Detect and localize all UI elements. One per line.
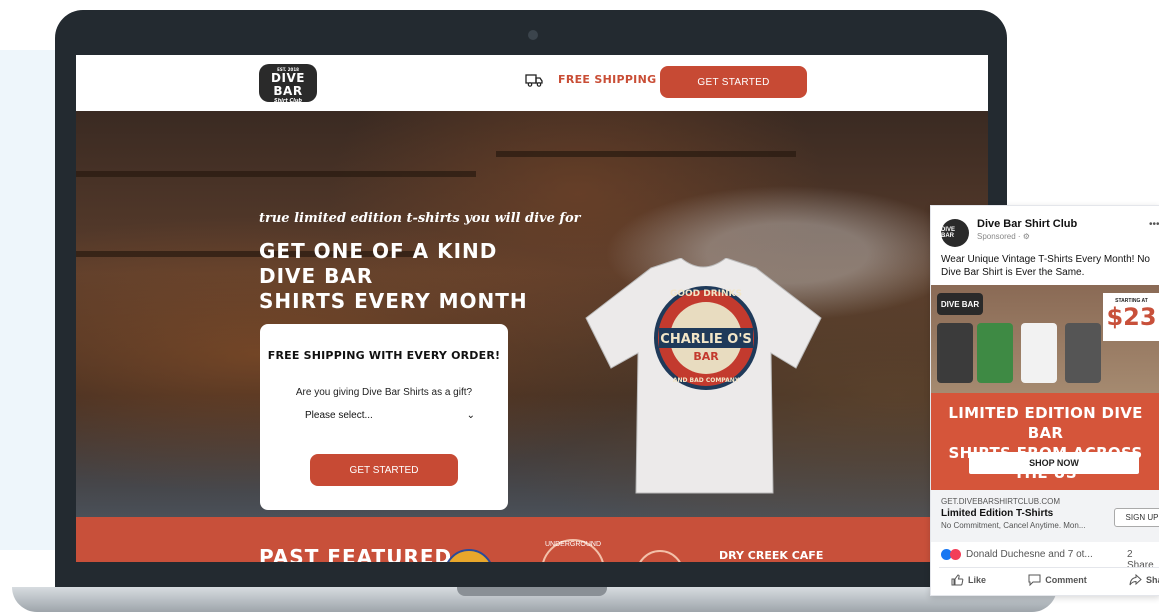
avatar[interactable]: DIVE BAR (941, 219, 969, 247)
share-label: Share (1145, 575, 1159, 585)
webcam (528, 30, 538, 40)
share-button[interactable]: Share (1129, 574, 1159, 586)
featured-bar-dry-creek[interactable]: DRY CREEK CAFE (719, 549, 823, 562)
laptop-screen: EST. 2018 DIVE BAR Shirt Club FREE SHIPP… (76, 55, 988, 562)
fb-sponsored-label: Sponsored · ⚙ (977, 232, 1030, 241)
comment-button[interactable]: Comment (1028, 574, 1087, 586)
fb-ad-headline-line1: LIMITED EDITION DIVE BAR (948, 404, 1143, 442)
site-logo[interactable]: EST. 2018 DIVE BAR Shirt Club (259, 64, 317, 104)
shirt-text-top: GOOD DRINKS (670, 289, 742, 299)
fb-action-bar: Like Comment Share (951, 574, 1159, 586)
site-header: EST. 2018 DIVE BAR Shirt Club FREE SHIPP… (76, 55, 988, 111)
share-icon (1129, 574, 1142, 586)
hero-headline-line2: SHIRTS EVERY MONTH (259, 289, 528, 313)
price-label: $23 (1106, 303, 1157, 331)
shirt-text-main: CHARLIE O'S (660, 332, 751, 347)
comment-icon (1028, 574, 1041, 586)
card-get-started-button[interactable]: GET STARTED (310, 454, 458, 486)
like-label: Like (968, 575, 987, 585)
chevron-down-icon: ⌄ (466, 410, 475, 421)
comment-label: Comment (1045, 575, 1087, 585)
free-shipping-label: FREE SHIPPING (558, 73, 657, 86)
hero-section: true limited edition t-shirts you will d… (76, 111, 988, 517)
hero-tagline: true limited edition t-shirts you will d… (259, 211, 581, 226)
love-reaction-icon (950, 549, 961, 560)
fb-link-description: No Commitment, Cancel Anytime. Mon... (941, 521, 1086, 530)
divider (939, 567, 1159, 568)
past-featured-section: PAST FEATURED UNDERGROUND DRY CREEK CAFE (76, 517, 988, 562)
bar-shelf (76, 171, 476, 177)
signup-card: FREE SHIPPING WITH EVERY ORDER! Are you … (260, 324, 508, 510)
featured-bar-badge-text: UNDERGROUND (545, 541, 601, 548)
laptop-notch (457, 587, 607, 596)
like-button[interactable]: Like (951, 574, 986, 586)
gift-select-value: Please select... (305, 410, 373, 421)
fb-ad-text: Wear Unique Vintage T-Shirts Every Month… (941, 254, 1150, 278)
more-options-icon[interactable]: ••• (1149, 219, 1159, 230)
fb-reactions-text: Donald Duchesne and 7 ot... (966, 549, 1093, 560)
logo-sub: Shirt Club (274, 98, 302, 104)
featured-bar-badge[interactable] (636, 550, 684, 562)
truck-icon (525, 74, 543, 87)
fb-price-badge: STARTING AT $23 (1103, 293, 1159, 341)
shirt-thumbnail (1065, 323, 1101, 383)
card-title: FREE SHIPPING WITH EVERY ORDER! (267, 349, 501, 362)
fb-ad-image-shirts: DIVE BAR STARTING AT $23 (931, 285, 1159, 393)
logo-name: DIVE BAR (271, 71, 305, 98)
gift-question: Are you giving Dive Bar Shirts as a gift… (295, 387, 473, 398)
header-get-started-button[interactable]: GET STARTED (660, 66, 807, 98)
fb-link-url: GET.DIVEBARSHIRTCLUB.COM (941, 497, 1060, 506)
facebook-ad-card: DIVE BAR Dive Bar Shirt Club Sponsored ·… (930, 205, 1159, 596)
fb-link-bar[interactable]: GET.DIVEBARSHIRTCLUB.COM Limited Edition… (931, 490, 1159, 542)
background-panel (0, 50, 60, 550)
thumbs-up-icon (951, 574, 964, 586)
gift-select[interactable]: Please select... ⌄ (305, 410, 475, 421)
shirt-text-bottom: AND BAD COMPANY (673, 377, 740, 384)
bar-shelf (496, 151, 796, 157)
shirt-thumbnail (937, 323, 973, 383)
sign-up-button[interactable]: SIGN UP (1114, 508, 1159, 527)
hero-headline-line1: GET ONE OF A KIND DIVE BAR (259, 239, 498, 288)
fb-ad-image[interactable]: DIVE BAR STARTING AT $23 LIMITED EDITION… (931, 285, 1159, 490)
fb-page-name[interactable]: Dive Bar Shirt Club (977, 218, 1077, 230)
shirt-thumbnail (977, 323, 1013, 383)
past-featured-title: PAST FEATURED (259, 545, 453, 562)
featured-bar-badge[interactable]: UNDERGROUND (541, 539, 605, 562)
tshirt-image: GOOD DRINKS CHARLIE O'S BAR AND BAD COMP… (585, 258, 822, 494)
fb-ad-logo: DIVE BAR (937, 293, 983, 315)
hero-headline: GET ONE OF A KIND DIVE BAR SHIRTS EVERY … (259, 239, 559, 314)
shop-now-button[interactable]: SHOP NOW (969, 452, 1139, 474)
fb-link-title: Limited Edition T-Shirts (941, 508, 1054, 519)
shirt-thumbnail (1021, 323, 1057, 383)
shirt-text-bar: BAR (693, 350, 719, 363)
